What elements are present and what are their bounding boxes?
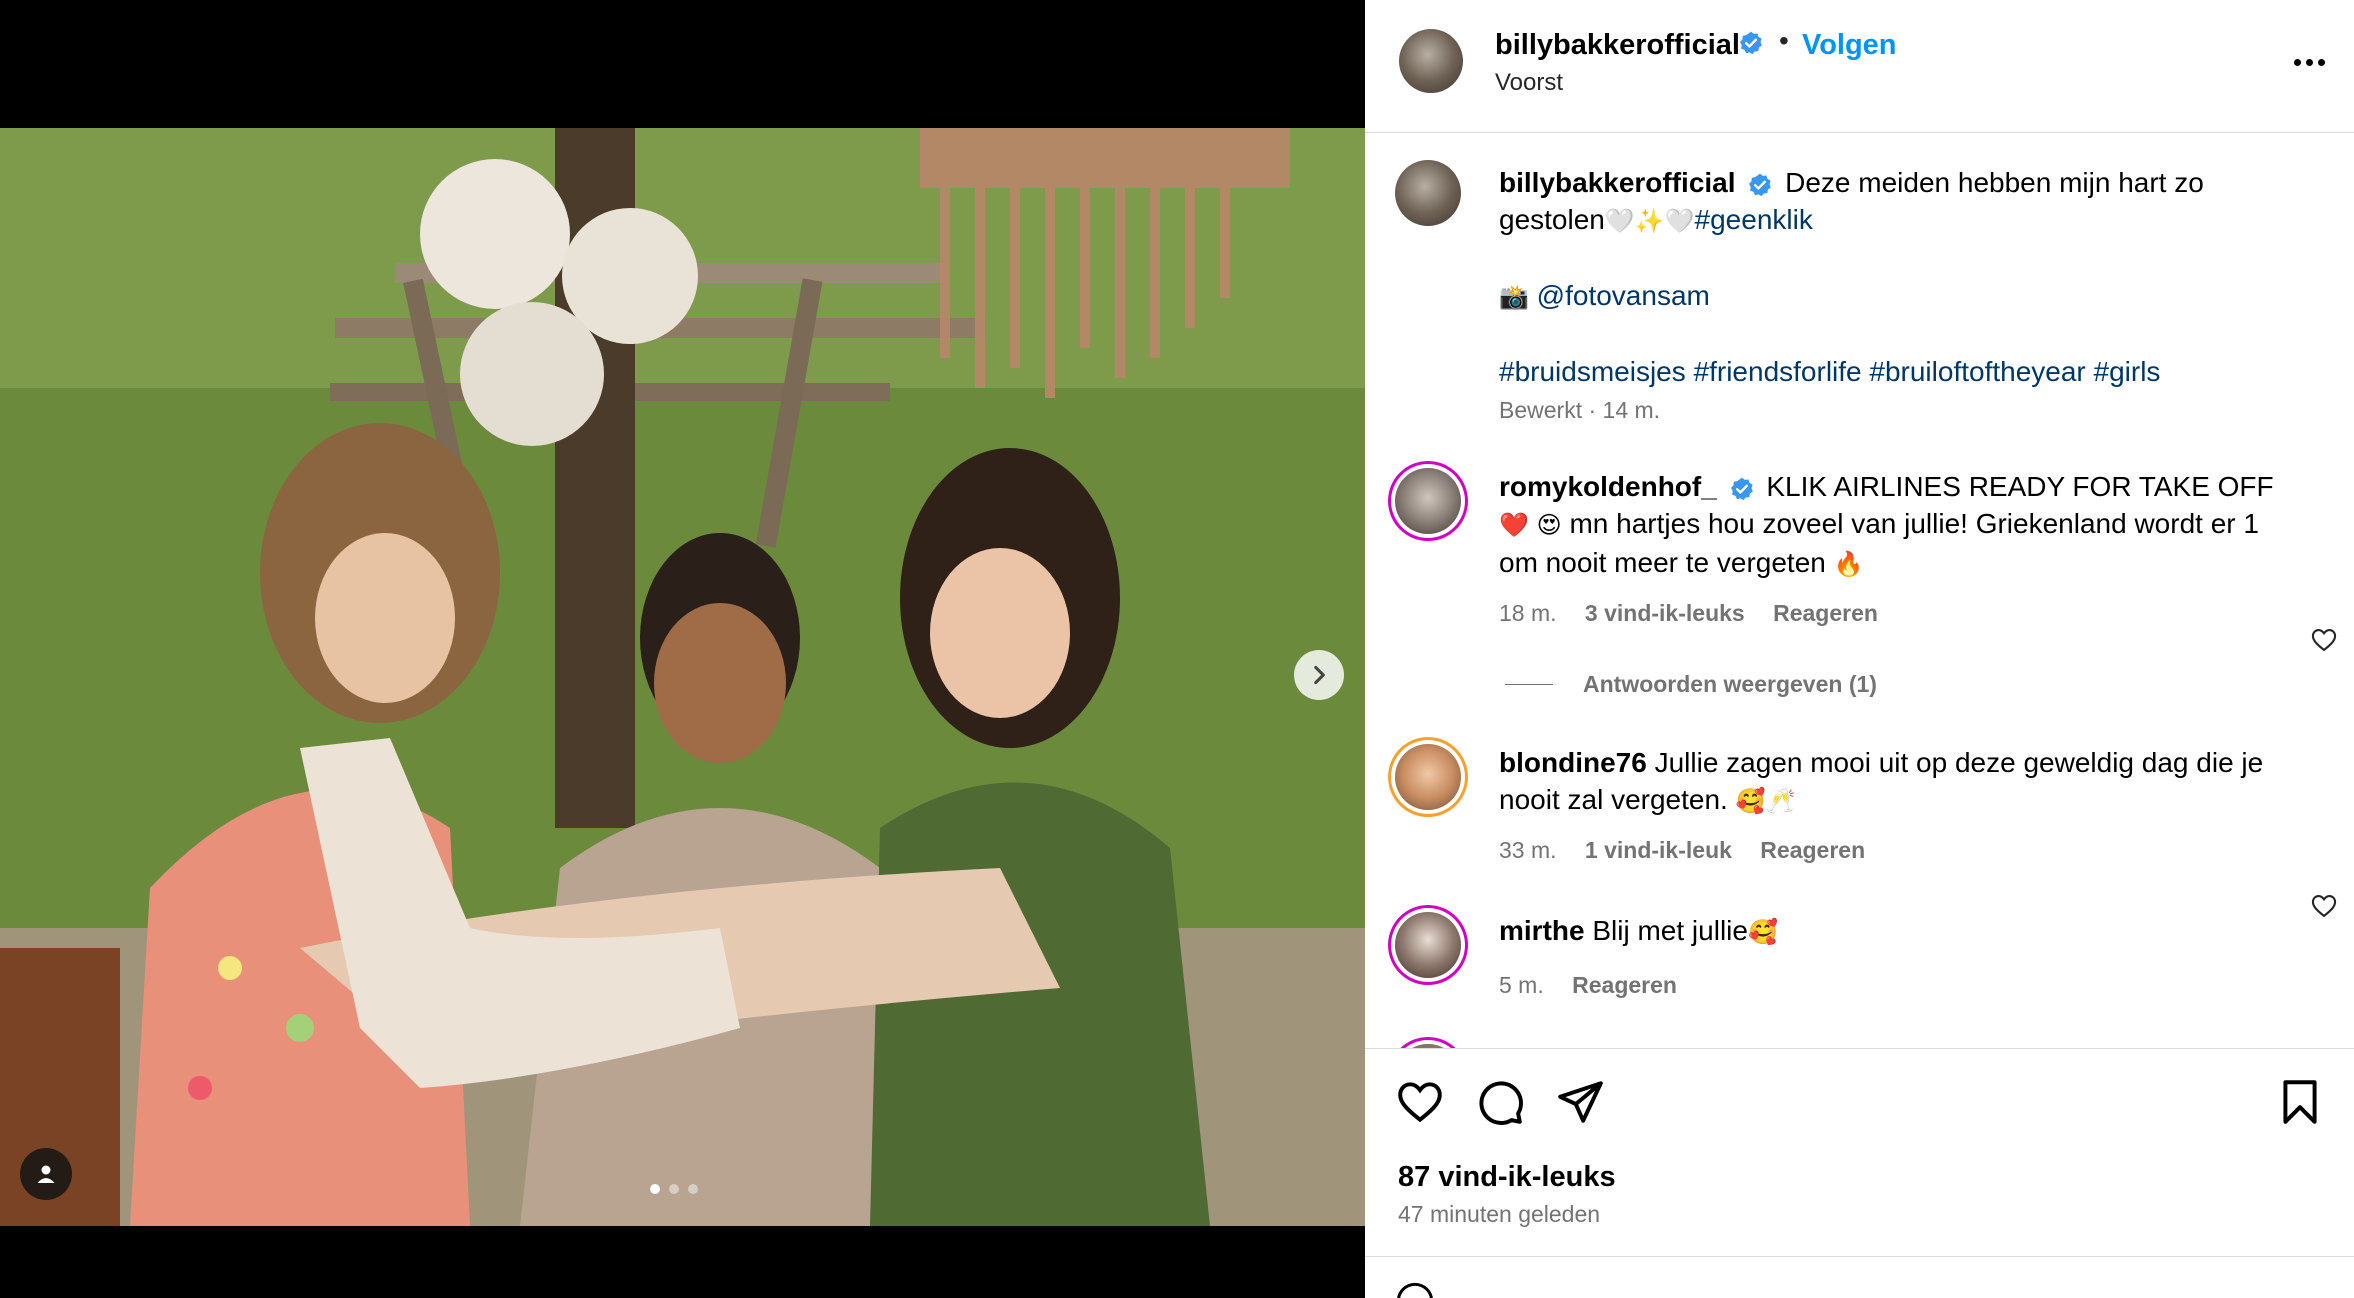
post-header: billybakkerofficial • Volgen Voorst	[1365, 0, 2354, 133]
header-separator: •	[1779, 25, 1789, 56]
more-horizontal-icon	[2293, 58, 2301, 66]
user-icon	[37, 1165, 55, 1183]
post-media	[0, 0, 1365, 1298]
view-replies-button[interactable]: Antwoorden weergeven (1)	[1505, 671, 1877, 698]
comment-age: 33 m.	[1499, 837, 1557, 863]
carousel-dot	[688, 1184, 698, 1194]
comments-section[interactable]: billybakkerofficial Deze meiden hebben m…	[1365, 134, 2354, 1048]
post-caption: billybakkerofficial Deze meiden hebben m…	[1499, 164, 2259, 390]
verified-badge-icon	[1740, 31, 1762, 55]
instagram-post-modal: billybakkerofficial • Volgen Voorst bill…	[0, 0, 2354, 1298]
verified-badge-icon	[1749, 173, 1772, 196]
carousel-dots	[650, 1184, 698, 1194]
comment-age: 5 m.	[1499, 972, 1544, 998]
meta-dot: ·	[1588, 397, 1597, 423]
comment-icon[interactable]	[1475, 1077, 1525, 1127]
post-side-panel: billybakkerofficial • Volgen Voorst bill…	[1365, 0, 2354, 1298]
comment-username[interactable]: blondine76	[1499, 747, 1647, 778]
comment-meta: 33 m. 1 vind-ik-leuk Reageren	[1499, 837, 1865, 864]
chevron-right-icon	[1314, 665, 1325, 685]
reply-button[interactable]: Reageren	[1773, 600, 1878, 626]
tagged-users-button[interactable]	[20, 1148, 72, 1200]
comment-age: 18 m.	[1499, 600, 1557, 626]
comment-username[interactable]: mirthe	[1499, 915, 1585, 946]
camera-emoji: 📸	[1499, 283, 1529, 311]
caption-author-avatar[interactable]	[1395, 160, 1461, 226]
comment-emoji: 🥰🥂	[1735, 787, 1796, 815]
bookmark-icon[interactable]	[2275, 1077, 2325, 1127]
comment-body: blondine76 Jullie zagen mooi uit op deze…	[1499, 744, 2289, 820]
comment-avatar[interactable]	[1395, 468, 1461, 534]
comment-body: romykoldenhof_ KLIK AIRLINES READY FOR T…	[1499, 468, 2289, 583]
author-username[interactable]: billybakkerofficial	[1495, 29, 1740, 62]
post-actions: 87 vind-ik-leuks 47 minuten geleden	[1365, 1048, 2354, 1256]
hashtags-links[interactable]: #bruidsmeisjes #friendsforlife #bruiloft…	[1499, 356, 2160, 387]
verified-badge-icon	[1730, 477, 1753, 500]
add-comment-bar[interactable]	[1365, 1256, 2354, 1298]
comment-text: KLIK AIRLINES READY FOR TAKE OFF	[1766, 471, 2274, 502]
comment-avatar[interactable]	[1395, 912, 1461, 978]
comment-item: romykoldenhof_ KLIK AIRLINES READY FOR T…	[1365, 468, 2354, 652]
more-options-button[interactable]	[2289, 48, 2329, 76]
comment-text: mn hartjes hou zoveel van jullie! Grieke…	[1499, 508, 2259, 578]
carousel-dot	[650, 1184, 660, 1194]
post-time: 47 minuten geleden	[1398, 1201, 1601, 1227]
reply-button[interactable]: Reageren	[1572, 972, 1677, 998]
view-replies-label: Antwoorden weergeven (1)	[1583, 671, 1877, 697]
comment-username[interactable]: romykoldenhof_	[1499, 471, 1717, 502]
comment-like-icon[interactable]	[2310, 626, 2338, 654]
author-avatar[interactable]	[1399, 29, 1463, 93]
replies-divider	[1505, 684, 1553, 685]
comment-likes[interactable]: 3 vind-ik-leuks	[1585, 600, 1745, 626]
comment-emoji: 🔥	[1833, 550, 1864, 578]
paper-plane-icon[interactable]	[1555, 1077, 1605, 1127]
photo-illustration	[0, 128, 1365, 1226]
caption-username[interactable]: billybakkerofficial	[1499, 167, 1736, 198]
carousel-next-button[interactable]	[1294, 650, 1344, 700]
caption-meta: Bewerkt · 14 m.	[1499, 397, 1660, 424]
mention-link[interactable]: @fotovansam	[1537, 280, 1710, 311]
comment-meta: 5 m. Reageren	[1499, 972, 1677, 999]
post-location[interactable]: Voorst	[1495, 69, 1563, 97]
comment-text: Blij met jullie	[1592, 915, 1748, 946]
comment-avatar[interactable]	[1395, 744, 1461, 810]
comment-item: blondine76 Jullie zagen mooi uit op deze…	[1365, 744, 2354, 918]
edited-label: Bewerkt	[1499, 397, 1583, 423]
likes-count[interactable]: 87 vind-ik-leuks	[1398, 1161, 1616, 1194]
carousel-dot	[669, 1184, 679, 1194]
caption-emoji: 🤍✨🤍	[1604, 207, 1695, 235]
comment-emoji: 😍	[1536, 511, 1562, 539]
comment-emoji: 🥰	[1747, 918, 1778, 946]
hashtag-link[interactable]: #geenklik	[1695, 204, 1813, 235]
comment-meta: 18 m. 3 vind-ik-leuks Reageren	[1499, 600, 1878, 627]
comment-emoji: ❤️	[1499, 511, 1529, 539]
emoji-icon[interactable]	[1395, 1281, 1435, 1298]
follow-button[interactable]: Volgen	[1802, 29, 1897, 62]
caption-age: 14 m.	[1602, 397, 1661, 423]
comment-likes[interactable]: 1 vind-ik-leuk	[1585, 837, 1732, 863]
comment-body: mirthe Blij met jullie🥰	[1499, 912, 2289, 951]
reply-button[interactable]: Reageren	[1760, 837, 1865, 863]
post-photo[interactable]	[0, 128, 1365, 1226]
heart-icon[interactable]	[1395, 1077, 1445, 1127]
